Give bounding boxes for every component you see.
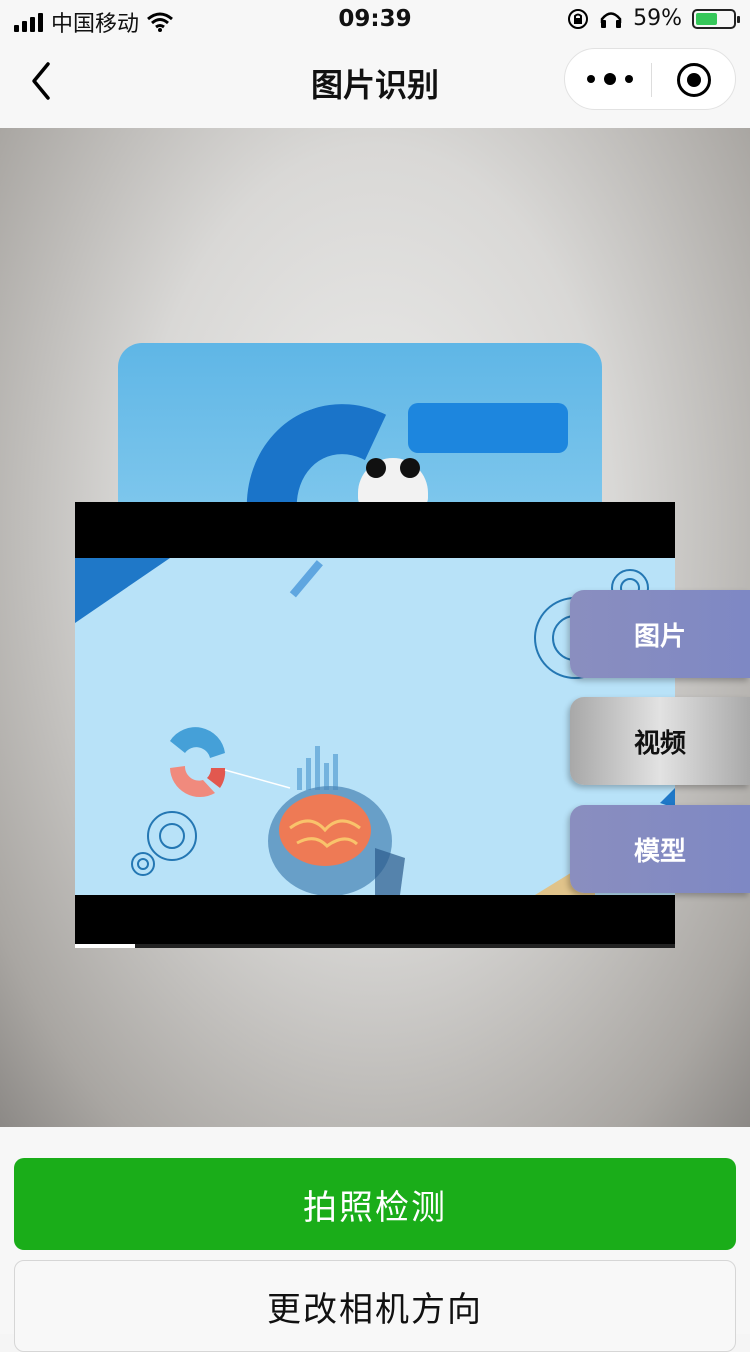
capture-detect-button[interactable]: 拍照检测 — [14, 1158, 736, 1250]
camera-preview: 图片 视频 模型 — [0, 128, 750, 1127]
headphones-icon — [600, 11, 622, 28]
model-mode-button[interactable]: 模型 — [570, 805, 750, 893]
bottom-actions: 拍照检测 更改相机方向 — [0, 1127, 750, 1352]
mini-program-capsule — [564, 48, 736, 110]
status-bar: 中国移动 09:39 59% — [0, 0, 750, 40]
orientation-lock-icon — [568, 8, 589, 29]
battery-icon — [692, 8, 740, 29]
video-progress-bar[interactable] — [75, 944, 675, 948]
video-mode-button[interactable]: 视频 — [570, 697, 750, 785]
capsule-divider — [651, 63, 652, 97]
navigation-bar: 图片识别 — [0, 40, 750, 128]
battery-percent: 59% — [633, 6, 682, 31]
poster-logo-bar — [408, 403, 568, 453]
target-circle-icon[interactable] — [677, 63, 711, 97]
status-right: 59% — [567, 6, 740, 31]
battery-fill — [696, 12, 718, 25]
more-dots-icon[interactable] — [587, 63, 633, 95]
donut-chart-icon — [170, 727, 226, 798]
poster-panda — [358, 458, 428, 508]
picture-mode-button[interactable]: 图片 — [570, 590, 750, 678]
bar-chart-icon — [297, 746, 338, 790]
change-camera-direction-button[interactable]: 更改相机方向 — [14, 1260, 736, 1352]
video-progress-played — [75, 944, 135, 948]
